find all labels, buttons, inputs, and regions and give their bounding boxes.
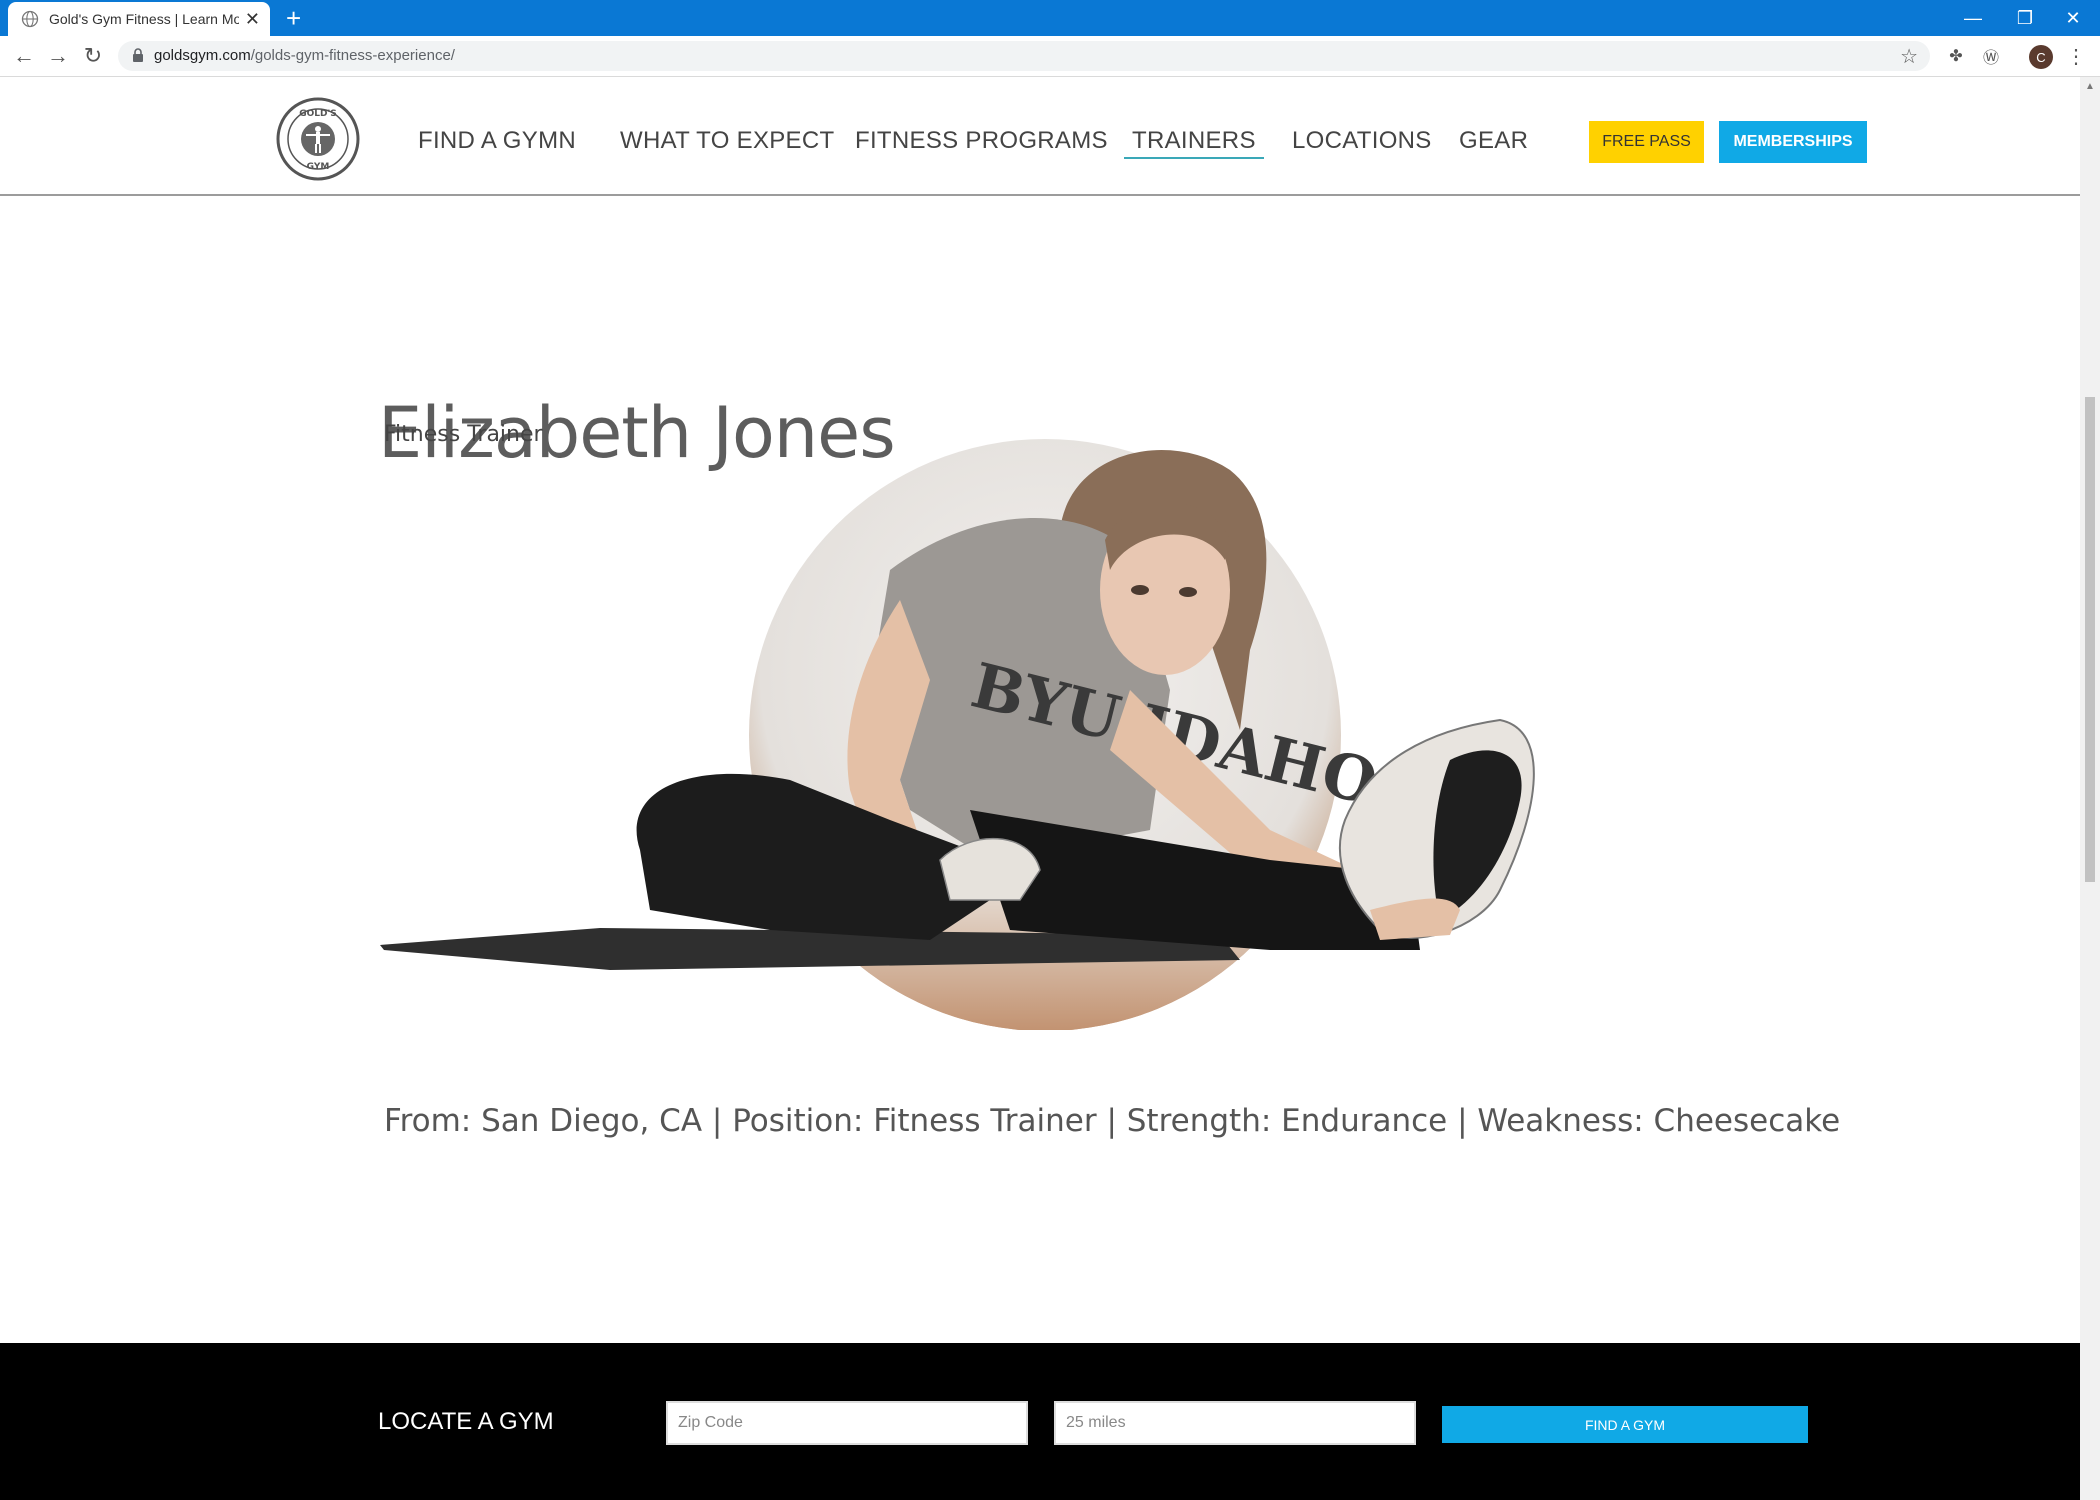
trainer-photo: BYU IDAHO [380, 439, 1535, 1030]
bookmark-star-icon[interactable]: ☆ [1900, 44, 1918, 69]
url-text: goldsgym.com/golds-gym-fitness-experienc… [154, 47, 455, 64]
url-domain: goldsgym.com [154, 47, 251, 64]
browser-tab[interactable]: Gold's Gym Fitness | Learn More ✕ [8, 2, 270, 36]
locate-gym-title: LOCATE A GYM [378, 1408, 554, 1435]
find-a-gym-button[interactable]: FIND A GYM [1442, 1406, 1808, 1443]
profile-avatar[interactable]: C [2029, 45, 2053, 69]
new-tab-button[interactable]: + [286, 4, 301, 32]
scroll-up-arrow-icon[interactable]: ▲ [2085, 81, 2095, 92]
nav-gear[interactable]: GEAR [1459, 127, 1528, 155]
site-header: GOLD'S GYM FIND A GYMN WHAT TO EXPECT FI… [0, 77, 2080, 196]
svg-text:GYM: GYM [307, 162, 330, 172]
trainer-details: From: San Diego, CA | Position: Fitness … [384, 1103, 1841, 1139]
url-path: /golds-gym-fitness-experience/ [250, 47, 455, 64]
nav-fitness-programs[interactable]: FITNESS PROGRAMS [855, 127, 1108, 155]
zip-code-input[interactable] [666, 1401, 1028, 1445]
tab-close-icon[interactable]: ✕ [245, 9, 260, 29]
browser-menu-icon[interactable]: ⋮ [2066, 44, 2086, 69]
golds-gym-logo[interactable]: GOLD'S GYM [276, 97, 360, 181]
nav-what-to-expect[interactable]: WHAT TO EXPECT [620, 127, 834, 155]
free-pass-button[interactable]: FREE PASS [1589, 121, 1704, 163]
tab-title: Gold's Gym Fitness | Learn More [49, 11, 239, 27]
address-bar[interactable]: goldsgym.com/golds-gym-fitness-experienc… [118, 41, 1930, 71]
browser-tab-strip: Gold's Gym Fitness | Learn More ✕ + — ❐ … [0, 0, 2100, 36]
extension-w-icon[interactable]: Ⓦ [1979, 44, 2003, 68]
reload-icon[interactable]: ↻ [79, 42, 107, 70]
nav-trainers[interactable]: TRAINERS [1124, 127, 1264, 159]
browser-toolbar: ← → ↻ goldsgym.com/golds-gym-fitness-exp… [0, 36, 2100, 77]
back-arrow-icon[interactable]: ← [10, 42, 38, 70]
globe-icon [21, 10, 39, 28]
nav-locations[interactable]: LOCATIONS [1292, 127, 1432, 155]
distance-input[interactable] [1054, 1401, 1416, 1445]
memberships-button[interactable]: MEMBERSHIPS [1719, 121, 1867, 163]
forward-arrow-icon[interactable]: → [44, 42, 72, 70]
extension-icon[interactable]: ✤ [1944, 44, 1968, 68]
page-scrollbar[interactable]: ▲ [2080, 77, 2100, 1500]
svg-text:GOLD'S: GOLD'S [299, 109, 336, 119]
nav-find-a-gym[interactable]: FIND A GYMN [418, 127, 576, 155]
minimize-button[interactable]: — [1943, 0, 2003, 36]
close-window-button[interactable]: ✕ [2043, 0, 2100, 36]
locate-gym-bar: LOCATE A GYM FIND A GYM [0, 1343, 2080, 1500]
lock-icon [133, 48, 143, 62]
scrollbar-thumb[interactable] [2085, 397, 2095, 882]
